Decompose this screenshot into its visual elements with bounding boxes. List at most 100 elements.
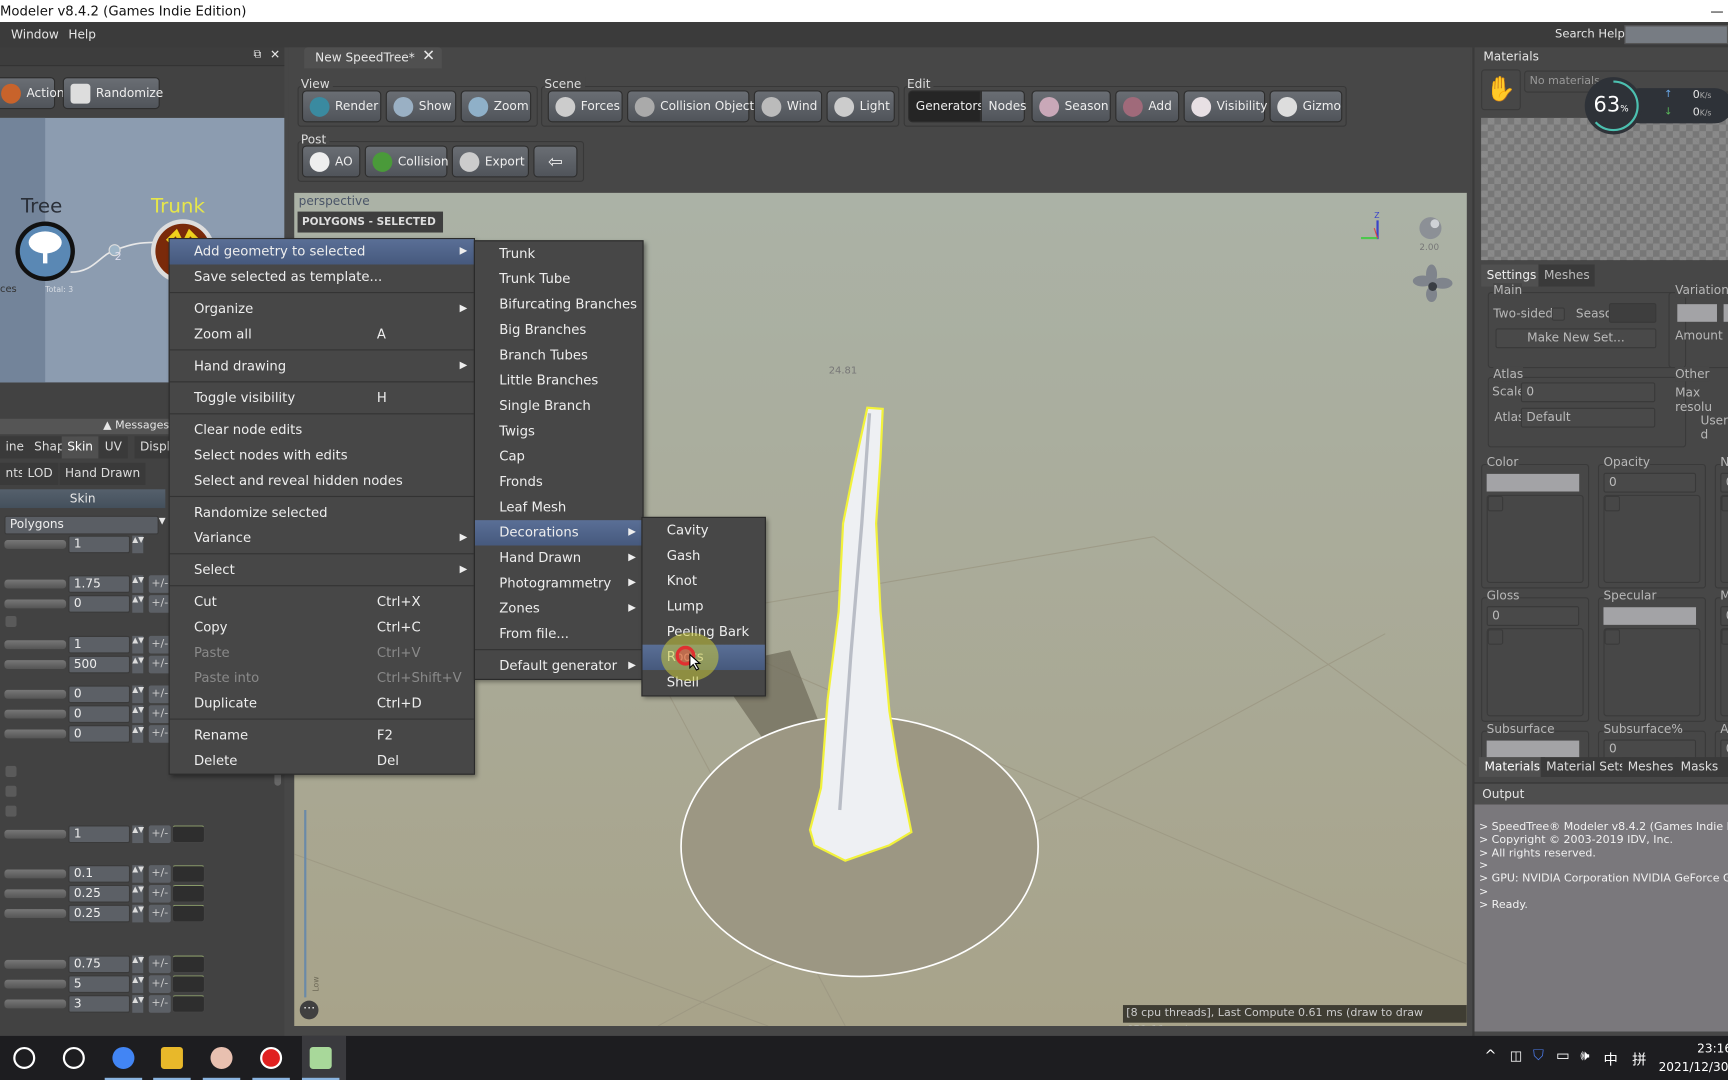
tray-ime-indicator[interactable]: 中 xyxy=(1603,1048,1617,1069)
wind-fan-icon[interactable] xyxy=(1412,264,1453,302)
menu-window[interactable]: Window xyxy=(11,22,59,47)
spinner-icon[interactable]: ▲▼ xyxy=(132,595,144,613)
clock-date[interactable]: 2021/12/30 xyxy=(1659,1060,1728,1074)
spinner-icon[interactable]: ▲▼ xyxy=(132,825,144,844)
tab-meshes[interactable]: Meshes xyxy=(1538,264,1596,287)
season-button[interactable]: Season xyxy=(1031,90,1111,123)
value-slider[interactable] xyxy=(4,979,67,989)
opacity-input[interactable]: 0 xyxy=(1603,472,1697,493)
bottom-tab-material-sets[interactable]: Material Sets xyxy=(1540,757,1632,777)
recorder-icon[interactable] xyxy=(260,1046,283,1069)
spinner-icon[interactable]: ▲▼ xyxy=(132,655,144,674)
value-field[interactable]: 0 xyxy=(68,685,131,704)
value-field[interactable]: 5 xyxy=(68,975,131,993)
tray-shield-icon[interactable]: ⛉ xyxy=(1533,1048,1544,1065)
bottom-tab-d[interactable]: D xyxy=(1722,757,1728,777)
value-field[interactable]: 0.25 xyxy=(68,884,131,903)
randomize-range-button[interactable]: +/- xyxy=(148,865,171,883)
value-slider[interactable] xyxy=(4,599,67,609)
menu-item-leaf-mesh[interactable]: Leaf Mesh xyxy=(475,495,643,520)
menu-item-randomize-selected[interactable]: Randomize selected xyxy=(170,500,474,525)
checkbox[interactable] xyxy=(5,616,17,628)
menu-item-clear-node-edits[interactable]: Clear node edits xyxy=(170,418,474,443)
value-slider[interactable] xyxy=(4,869,67,879)
menu-item-toggle-visibility[interactable]: Toggle visibility H xyxy=(170,386,474,411)
checkbox[interactable] xyxy=(5,805,17,817)
normal-input[interactable]: 0 xyxy=(1720,472,1728,493)
value-field[interactable]: 1 xyxy=(68,825,131,844)
tray-volume-icon[interactable]: 🕪 xyxy=(1580,1048,1589,1065)
avatar-app-icon[interactable] xyxy=(210,1046,233,1069)
spinner-icon[interactable]: ▲▼ xyxy=(132,725,144,743)
menu-item-duplicate[interactable]: Duplicate Ctrl+D xyxy=(170,691,474,716)
specular-color-swatch[interactable] xyxy=(1603,607,1697,625)
generators-button[interactable]: Generators xyxy=(908,90,984,123)
value-field[interactable]: 500 xyxy=(68,655,131,674)
specular-texture-checkbox[interactable] xyxy=(1604,629,1620,645)
value-slider[interactable] xyxy=(4,689,67,699)
color-color-swatch[interactable] xyxy=(1486,473,1580,492)
value-slider[interactable] xyxy=(4,709,67,719)
bottom-tab-materials[interactable]: Materials xyxy=(1478,757,1546,777)
value-slider[interactable] xyxy=(4,660,67,669)
curve-editor[interactable] xyxy=(171,975,205,993)
menu-item-gash[interactable]: Gash xyxy=(642,543,764,568)
curve-editor[interactable] xyxy=(171,884,205,903)
value-field[interactable]: 0.75 xyxy=(68,955,131,974)
menu-item-zones[interactable]: Zones ▶ xyxy=(475,596,643,621)
two-sided-checkbox[interactable] xyxy=(1551,307,1565,321)
export-button[interactable]: Export xyxy=(451,145,529,178)
value-slider[interactable] xyxy=(4,729,67,739)
more-options-icon[interactable]: ⋯ xyxy=(299,1000,319,1020)
menu-item-fronds[interactable]: Fronds xyxy=(475,469,643,494)
render-button[interactable]: Render xyxy=(301,90,382,123)
spinner-icon[interactable]: ▲▼ xyxy=(132,904,144,923)
light-button[interactable]: Light xyxy=(826,90,895,123)
menu-item-delete[interactable]: Delete Del xyxy=(170,748,474,773)
value-field[interactable]: 0.1 xyxy=(68,865,131,883)
randomize-range-button[interactable]: +/- xyxy=(148,655,171,674)
menu-item-from-file[interactable]: From file... xyxy=(475,622,643,647)
menu-item-cap[interactable]: Cap xyxy=(475,444,643,469)
value-slider[interactable] xyxy=(4,579,67,589)
spinner-icon[interactable]: ▲▼ xyxy=(132,575,144,593)
randomize-range-button[interactable]: +/- xyxy=(148,995,171,1013)
gloss-texture-checkbox[interactable] xyxy=(1487,629,1504,645)
menu-item-zoom-all[interactable]: Zoom all A xyxy=(170,322,474,347)
value-slider[interactable] xyxy=(4,829,67,839)
normal-texture-checkbox[interactable] xyxy=(1721,495,1728,512)
metal-texture-checkbox[interactable] xyxy=(1721,629,1728,645)
gloss-input[interactable]: 0 xyxy=(1486,606,1580,626)
spinner-icon[interactable]: ▲▼ xyxy=(132,865,144,883)
value-slider[interactable] xyxy=(4,909,67,918)
curve-editor[interactable] xyxy=(171,865,205,883)
nodes-button[interactable]: Nodes xyxy=(980,90,1026,123)
document-tab[interactable]: New SpeedTree* ✕ xyxy=(304,47,442,69)
scale-input[interactable]: 0 xyxy=(1520,382,1656,403)
tray-network-icon[interactable]: ▭ xyxy=(1556,1048,1570,1065)
menu-item-single-branch[interactable]: Single Branch xyxy=(475,393,643,418)
randomize-range-button[interactable]: +/- xyxy=(148,725,171,743)
value-field[interactable]: 0 xyxy=(68,595,131,613)
menu-item-branch-tubes[interactable]: Branch Tubes xyxy=(475,343,643,368)
subsurface-color-swatch[interactable] xyxy=(1486,740,1580,759)
tray-overflow-icon[interactable]: ^ xyxy=(1484,1048,1496,1065)
menu-item-little-branches[interactable]: Little Branches xyxy=(475,368,643,393)
season-field[interactable] xyxy=(1608,303,1657,323)
tray-camera-icon[interactable]: ◫ xyxy=(1510,1048,1523,1063)
menu-item-organize[interactable]: Organize ▶ xyxy=(170,296,474,321)
trunk-mesh[interactable] xyxy=(808,406,913,862)
bottom-tab-masks[interactable]: Masks xyxy=(1675,757,1724,777)
curve-editor[interactable] xyxy=(171,825,205,844)
close-tab-icon[interactable]: ✕ xyxy=(422,47,435,65)
randomize-range-button[interactable]: +/- xyxy=(148,705,171,723)
menu-item-cut[interactable]: Cut Ctrl+X xyxy=(170,590,474,615)
value-field[interactable]: 3 xyxy=(68,995,131,1013)
minimize-button[interactable]: — xyxy=(1710,0,1723,22)
curve-editor[interactable] xyxy=(171,904,205,923)
forces-button[interactable]: Forces xyxy=(547,90,623,123)
value-field[interactable]: 1.75 xyxy=(68,575,131,593)
menu-item-select-nodes-with-edits[interactable]: Select nodes with edits xyxy=(170,443,474,468)
value-field[interactable]: 0 xyxy=(68,725,131,743)
spinner-icon[interactable]: ▲▼ xyxy=(132,635,144,654)
